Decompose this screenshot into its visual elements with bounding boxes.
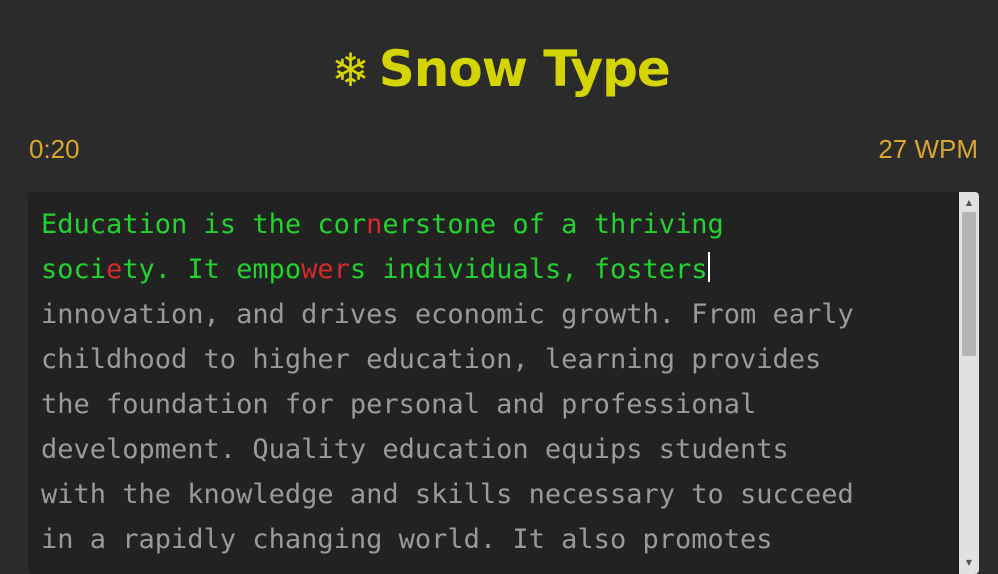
typing-text-area[interactable]: Education is the cornerstone of a thrivi…: [41, 202, 951, 574]
timer: 0:20: [29, 134, 80, 164]
text-line: Education is the cornerstone of a thrivi…: [41, 202, 951, 247]
typing-text-panel[interactable]: Education is the cornerstone of a thrivi…: [28, 192, 979, 574]
pending-text: childhood to higher education, learning …: [41, 344, 822, 375]
typed-correct-text: s individuals, fosters: [349, 254, 708, 285]
typed-error-text: wer: [301, 254, 350, 285]
text-line: the foundation for personal and professi…: [41, 382, 951, 427]
pending-text: innovation, and drives economic growth. …: [41, 299, 854, 330]
scroll-down-icon[interactable]: ▼: [959, 554, 979, 572]
typed-correct-text: ty. It empo: [122, 254, 302, 285]
wpm-counter: 27 WPM: [878, 134, 978, 164]
typed-error-text: n: [366, 209, 383, 240]
vertical-scrollbar[interactable]: ▲ ▼: [959, 192, 979, 574]
snow-type-app: ❄ Snow Type 0:20 27 WPM Education is the …: [3, 8, 998, 574]
text-line: childhood to higher education, learning …: [41, 337, 951, 382]
pending-text: [710, 254, 726, 285]
app-title-text: Snow Type: [378, 40, 671, 98]
snowflake-icon: ❄: [331, 43, 370, 97]
app-title: ❄ Snow Type: [3, 36, 998, 103]
text-line: society. It empowers individuals, foster…: [41, 247, 951, 292]
scrollbar-thumb[interactable]: [962, 212, 976, 356]
text-line: in a rapidly changing world. It also pro…: [41, 517, 951, 562]
pending-text: development. Quality education equips st…: [41, 434, 789, 465]
pending-text: the foundation for personal and professi…: [41, 389, 757, 420]
text-line: innovation, and drives economic growth. …: [41, 292, 951, 337]
typed-correct-text: soci: [41, 254, 107, 285]
scroll-up-icon[interactable]: ▲: [959, 194, 979, 212]
typed-error-text: e: [106, 254, 123, 285]
typed-correct-text: erstone of a thriving: [382, 209, 724, 240]
typed-correct-text: Education is the cor: [41, 209, 367, 240]
text-line: with the knowledge and skills necessary …: [41, 472, 951, 517]
text-line: development. Quality education equips st…: [41, 427, 951, 472]
pending-text: in a rapidly changing world. It also pro…: [41, 524, 773, 555]
pending-text: with the knowledge and skills necessary …: [41, 479, 854, 510]
